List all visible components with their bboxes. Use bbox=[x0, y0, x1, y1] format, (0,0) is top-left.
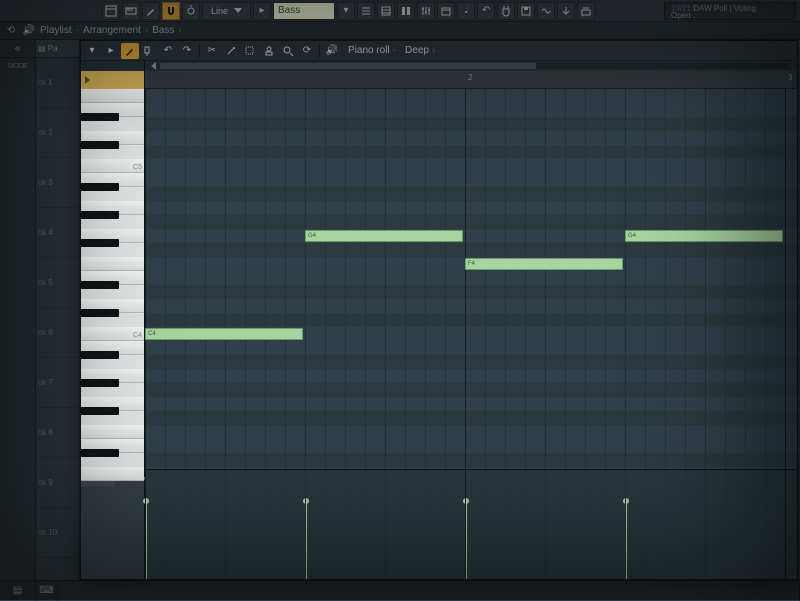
tool-onestep-button[interactable] bbox=[557, 2, 575, 20]
track-header[interactable]: ck 5 bbox=[36, 258, 79, 308]
toolbar-pencil-button[interactable] bbox=[142, 2, 160, 20]
prol-draw-tool[interactable] bbox=[121, 43, 139, 59]
track-header[interactable]: ck 10 bbox=[36, 508, 79, 558]
prol-wand-tool[interactable] bbox=[222, 43, 240, 59]
snap-mode-selector[interactable]: Line bbox=[202, 2, 251, 20]
news-subtitle: Open .. bbox=[671, 11, 697, 20]
prol-play-button[interactable]: ▸ bbox=[102, 43, 120, 59]
tool-playlist-button[interactable] bbox=[357, 2, 375, 20]
snap-mode-label: Line bbox=[211, 6, 228, 16]
track-header[interactable]: ck 9 bbox=[36, 458, 79, 508]
separator-icon: - bbox=[76, 25, 79, 36]
tool-tempo-button[interactable]: 𝅘𝅥 bbox=[457, 2, 475, 20]
prol-cut-tool[interactable]: ✂ bbox=[203, 43, 221, 59]
bar-ruler[interactable]: 23 bbox=[145, 71, 797, 89]
news-panel[interactable]: 10/21 DAW Poll | Voting Open .. bbox=[664, 2, 796, 20]
tool-pianoroll-button[interactable] bbox=[377, 2, 395, 20]
news-title: DAW Poll | Voting bbox=[693, 4, 756, 13]
prol-menu-button[interactable]: ▾ bbox=[83, 43, 101, 59]
gutter-expand-button[interactable]: « bbox=[0, 40, 35, 58]
horizontal-scrollbar[interactable] bbox=[160, 63, 787, 69]
prol-select-tool[interactable] bbox=[241, 43, 259, 59]
scroll-left-icon[interactable] bbox=[151, 62, 156, 70]
track-header[interactable]: ck 3 bbox=[36, 158, 79, 208]
note-C4[interactable]: C4 bbox=[145, 328, 303, 340]
playlist-crumb-arrangement[interactable]: Arrangement bbox=[83, 25, 141, 36]
tool-mixer-button[interactable] bbox=[417, 2, 435, 20]
track-header[interactable]: ck 8 bbox=[36, 408, 79, 458]
separator-icon: - bbox=[393, 45, 396, 56]
track-header[interactable]: ck 2 bbox=[36, 108, 79, 158]
prol-crumb-channel[interactable]: Deep bbox=[405, 45, 429, 56]
footer-keyboard-icon[interactable]: ⌨ bbox=[36, 581, 58, 601]
track-header[interactable]: ck 6 bbox=[36, 308, 79, 358]
prol-paint-tool[interactable] bbox=[140, 43, 158, 59]
prol-crumb-root[interactable]: Piano roll bbox=[348, 45, 390, 56]
play-from-start-icon[interactable] bbox=[85, 76, 90, 84]
prol-speaker-icon[interactable]: 🔊 bbox=[323, 43, 341, 59]
footer-hint-bar bbox=[58, 581, 800, 601]
tool-undo-button[interactable]: ↶ bbox=[477, 2, 495, 20]
piano-roll-window: ▾ ▸ ↶ ↷ ✂ ⟳ 🔊 Piano roll - Deep › bbox=[80, 40, 798, 580]
pattern-name-field[interactable]: Bass bbox=[273, 2, 335, 20]
velocity-editor[interactable] bbox=[145, 470, 797, 579]
note-grid[interactable]: C4 G4 F4 G4 bbox=[145, 89, 797, 469]
tool-channelrack-button[interactable] bbox=[397, 2, 415, 20]
chevron-right-icon: › bbox=[178, 25, 181, 36]
note-F4[interactable]: F4 bbox=[465, 258, 623, 270]
pattern-menu-button[interactable]: ▾ bbox=[337, 2, 355, 20]
pattern-header-cell[interactable]: ▤ Pa bbox=[36, 40, 79, 58]
track-header[interactable]: ck 4 bbox=[36, 208, 79, 258]
speaker-icon[interactable]: 🔊 bbox=[22, 24, 36, 38]
note-G4_1[interactable]: G4 bbox=[305, 230, 463, 242]
divider bbox=[199, 44, 200, 58]
divider bbox=[319, 44, 320, 58]
tool-browser-button[interactable] bbox=[437, 2, 455, 20]
piano-keyboard[interactable]: C5C4 bbox=[81, 89, 145, 469]
toolbar-view-button[interactable] bbox=[102, 2, 120, 20]
track-header[interactable]: ck 7 bbox=[36, 358, 79, 408]
track-header[interactable]: ck 1 bbox=[36, 58, 79, 108]
toolbar-magnet-button[interactable] bbox=[162, 2, 180, 20]
chevron-right-icon: › bbox=[145, 25, 148, 36]
tool-save-button[interactable] bbox=[517, 2, 535, 20]
playlist-crumb-pattern[interactable]: Bass bbox=[152, 25, 174, 36]
scrollbar-thumb[interactable] bbox=[160, 63, 536, 69]
tool-render-button[interactable] bbox=[537, 2, 555, 20]
tool-plugin-button[interactable] bbox=[497, 2, 515, 20]
toolbar-record-mode-button[interactable] bbox=[182, 2, 200, 20]
playlist-crumb-root[interactable]: Playlist bbox=[40, 25, 72, 36]
prol-stamp-tool[interactable] bbox=[260, 43, 278, 59]
pattern-prev-button[interactable]: ▸ bbox=[253, 2, 271, 20]
toolbar-keyboard-button[interactable] bbox=[122, 2, 140, 20]
chevron-right-icon: › bbox=[432, 45, 435, 56]
chevron-down-icon bbox=[234, 8, 242, 13]
prol-zoom-tool[interactable] bbox=[279, 43, 297, 59]
prol-playback-tool[interactable]: ⟳ bbox=[298, 43, 316, 59]
note-G4_2[interactable]: G4 bbox=[625, 230, 783, 242]
prol-undo-button[interactable]: ↶ bbox=[159, 43, 177, 59]
gutter-mode-button[interactable]: MODE bbox=[0, 58, 35, 75]
sync-icon[interactable]: ⟲ bbox=[4, 24, 18, 38]
prol-redo-button[interactable]: ↷ bbox=[178, 43, 196, 59]
footer-browser-toggle[interactable]: ▤ bbox=[0, 581, 36, 601]
tool-close-windows-button[interactable] bbox=[577, 2, 595, 20]
